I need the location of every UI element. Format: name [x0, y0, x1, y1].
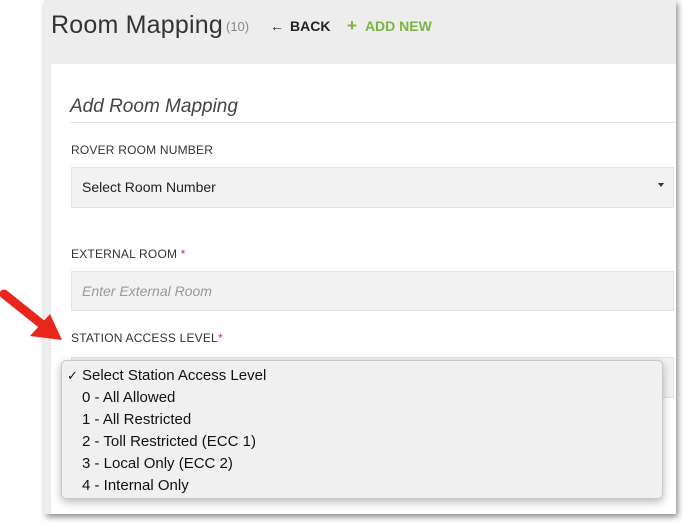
dropdown-option[interactable]: 4 - Internal Only	[62, 475, 662, 497]
required-marker: *	[217, 331, 223, 345]
checkmark-icon: ✓	[67, 368, 78, 383]
caret-down-icon	[658, 183, 664, 187]
dropdown-option[interactable]: 2 - Toll Restricted (ECC 1)	[62, 431, 662, 453]
add-new-button[interactable]: + ADD NEW	[347, 16, 432, 35]
dropdown-option[interactable]: 1 - All Restricted	[62, 409, 662, 431]
dropdown-option[interactable]: 0 - All Allowed	[62, 387, 662, 409]
red-pointer-arrow-icon	[0, 289, 62, 340]
option-label: 0 - All Allowed	[82, 389, 176, 406]
external-room-input[interactable]	[71, 271, 674, 311]
option-label: 4 - Internal Only	[82, 477, 189, 494]
option-label: 1 - All Restricted	[82, 411, 192, 428]
dropdown-option[interactable]: 3 - Local Only (ECC 2)	[62, 453, 662, 475]
back-button[interactable]: ← BACK	[270, 18, 330, 34]
option-label: Select Station Access Level	[82, 367, 267, 384]
external-room-label-text: EXTERNAL ROOM	[71, 247, 178, 261]
station-access-label: STATION ACCESS LEVEL*	[71, 331, 223, 345]
external-room-label: EXTERNAL ROOM *	[71, 247, 186, 261]
rover-room-select[interactable]: Select Room Number	[71, 167, 674, 208]
rover-room-select-value: Select Room Number	[82, 179, 216, 195]
record-count: (10)	[226, 19, 250, 34]
left-arrow-icon: ←	[270, 18, 284, 34]
form-heading: Add Room Mapping	[70, 96, 238, 117]
back-button-label: BACK	[290, 18, 331, 34]
dropdown-option[interactable]: ✓ Select Station Access Level	[62, 365, 662, 387]
heading-divider	[70, 122, 676, 123]
rover-room-label: ROVER ROOM NUMBER	[71, 143, 214, 157]
required-marker: *	[180, 247, 186, 261]
option-label: 3 - Local Only (ECC 2)	[82, 455, 233, 472]
page-title: Room Mapping	[51, 11, 223, 39]
plus-icon: +	[347, 16, 357, 35]
add-new-button-label: ADD NEW	[364, 18, 432, 34]
page-header: Room Mapping (10) ← BACK + ADD NEW	[44, 0, 676, 56]
station-access-label-text: STATION ACCESS LEVEL	[71, 331, 218, 345]
option-label: 2 - Toll Restricted (ECC 1)	[82, 433, 256, 450]
station-access-dropdown[interactable]: ✓ Select Station Access Level 0 - All Al…	[61, 360, 663, 499]
